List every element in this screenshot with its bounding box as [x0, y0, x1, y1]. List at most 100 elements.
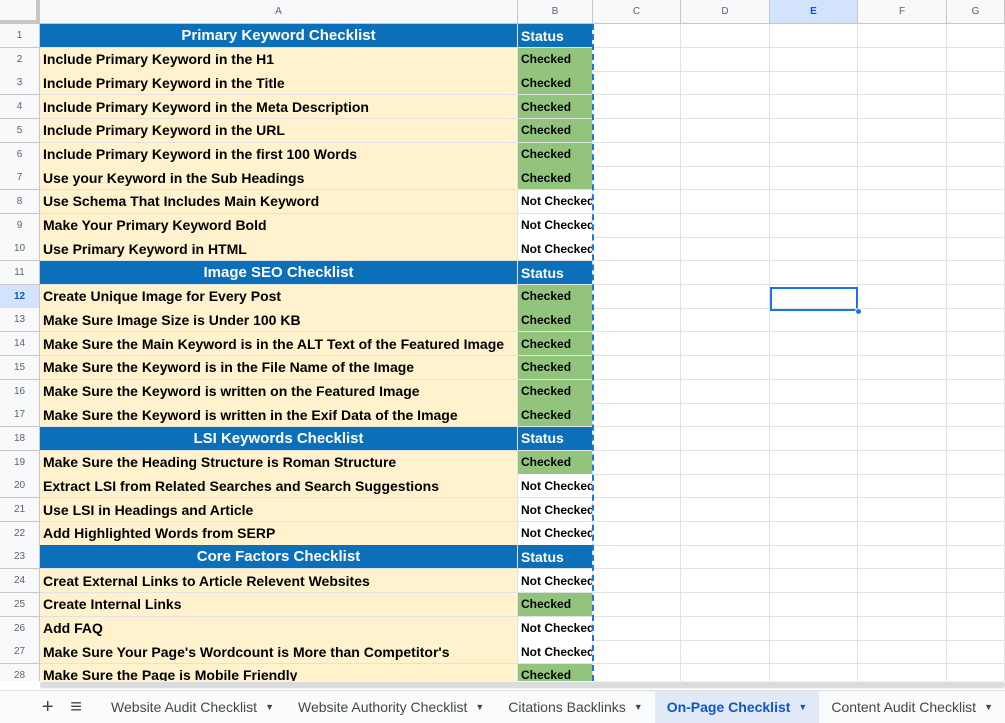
empty-cell[interactable] [681, 189, 770, 214]
empty-cell[interactable] [858, 450, 947, 475]
empty-cell[interactable] [858, 616, 947, 641]
checklist-item-cell[interactable]: Create Internal Links [40, 592, 518, 617]
empty-cell[interactable] [681, 71, 770, 96]
empty-cell[interactable] [593, 450, 681, 475]
sheet-tab[interactable]: Citations Backlinks ▼ [496, 691, 654, 723]
empty-cell[interactable] [681, 24, 770, 48]
empty-cell[interactable] [858, 592, 947, 617]
empty-cell[interactable] [947, 118, 1005, 143]
checklist-item-cell[interactable]: Make Sure the Keyword is written in the … [40, 403, 518, 428]
column-header-d[interactable]: D [681, 0, 770, 24]
empty-cell[interactable] [681, 379, 770, 404]
caret-down-icon[interactable]: ▼ [265, 702, 274, 712]
empty-cell[interactable] [947, 545, 1005, 570]
empty-cell[interactable] [947, 213, 1005, 238]
status-cell[interactable]: Not Checked [518, 237, 593, 262]
empty-cell[interactable] [681, 498, 770, 522]
status-cell[interactable]: Checked [518, 379, 593, 404]
empty-cell[interactable] [593, 426, 681, 451]
row-number[interactable]: 27 [0, 640, 40, 665]
empty-cell[interactable] [593, 284, 681, 309]
row-number[interactable]: 17 [0, 403, 40, 428]
row-number[interactable]: 6 [0, 142, 40, 167]
empty-cell[interactable] [947, 426, 1005, 451]
section-title-cell[interactable]: Image SEO Checklist [40, 261, 518, 285]
empty-cell[interactable] [770, 426, 858, 451]
empty-cell[interactable] [858, 379, 947, 404]
empty-cell[interactable] [947, 498, 1005, 522]
empty-cell[interactable] [681, 308, 770, 333]
checklist-item-cell[interactable]: Include Primary Keyword in the first 100… [40, 142, 518, 167]
empty-cell[interactable] [593, 663, 681, 681]
checklist-item-cell[interactable]: Add Highlighted Words from SERP [40, 521, 518, 546]
empty-cell[interactable] [858, 71, 947, 96]
row-number[interactable]: 12 [0, 284, 40, 309]
empty-cell[interactable] [947, 71, 1005, 96]
empty-cell[interactable] [858, 237, 947, 262]
status-cell[interactable]: Not Checked [518, 474, 593, 499]
caret-down-icon[interactable]: ▼ [475, 702, 484, 712]
empty-cell[interactable] [947, 379, 1005, 404]
checklist-item-cell[interactable]: Make Sure the Page is Mobile Friendly [40, 663, 518, 681]
empty-cell[interactable] [681, 426, 770, 451]
empty-cell[interactable] [858, 189, 947, 214]
checklist-item-cell[interactable]: Use Schema That Includes Main Keyword [40, 189, 518, 214]
row-number[interactable]: 4 [0, 95, 40, 120]
checklist-item-cell[interactable]: Creat External Links to Article Relevent… [40, 569, 518, 594]
empty-cell[interactable] [858, 640, 947, 665]
empty-cell[interactable] [858, 166, 947, 191]
sheet-tab[interactable]: Website Audit Checklist ▼ [99, 691, 286, 723]
empty-cell[interactable] [681, 47, 770, 72]
column-header-f[interactable]: F [858, 0, 947, 24]
status-cell[interactable]: Not Checked [518, 521, 593, 546]
row-number[interactable]: 2 [0, 47, 40, 72]
empty-cell[interactable] [681, 261, 770, 285]
empty-cell[interactable] [858, 47, 947, 72]
empty-cell[interactable] [593, 213, 681, 238]
empty-cell[interactable] [770, 213, 858, 238]
empty-cell[interactable] [770, 474, 858, 499]
empty-cell[interactable] [858, 545, 947, 570]
empty-cell[interactable] [593, 47, 681, 72]
empty-cell[interactable] [770, 498, 858, 522]
status-cell[interactable]: Checked [518, 118, 593, 143]
empty-cell[interactable] [681, 592, 770, 617]
sheet-tab[interactable]: On-Page Checklist ▼ [654, 691, 820, 723]
status-cell[interactable]: Checked [518, 332, 593, 357]
column-header-b[interactable]: B [518, 0, 593, 24]
status-cell[interactable]: Checked [518, 142, 593, 167]
empty-cell[interactable] [770, 237, 858, 262]
scrollbar-thumb[interactable] [40, 682, 1005, 688]
empty-cell[interactable] [947, 24, 1005, 48]
empty-cell[interactable] [593, 616, 681, 641]
empty-cell[interactable] [947, 450, 1005, 475]
checklist-item-cell[interactable]: Use Primary Keyword in HTML [40, 237, 518, 262]
empty-cell[interactable] [593, 640, 681, 665]
checklist-item-cell[interactable]: Include Primary Keyword in the URL [40, 118, 518, 143]
row-number[interactable]: 5 [0, 118, 40, 143]
empty-cell[interactable] [593, 332, 681, 357]
empty-cell[interactable] [858, 569, 947, 594]
empty-cell[interactable] [947, 592, 1005, 617]
empty-cell[interactable] [947, 569, 1005, 594]
row-number[interactable]: 25 [0, 592, 40, 617]
empty-cell[interactable] [593, 521, 681, 546]
column-header-e[interactable]: E [770, 0, 858, 24]
status-header-cell[interactable]: Status [518, 426, 593, 451]
row-number[interactable]: 16 [0, 379, 40, 404]
status-header-cell[interactable]: Status [518, 24, 593, 48]
empty-cell[interactable] [770, 640, 858, 665]
empty-cell[interactable] [681, 521, 770, 546]
empty-cell[interactable] [770, 545, 858, 570]
empty-cell[interactable] [593, 592, 681, 617]
empty-cell[interactable] [681, 118, 770, 143]
checklist-item-cell[interactable]: Use your Keyword in the Sub Headings [40, 166, 518, 191]
status-cell[interactable]: Checked [518, 403, 593, 428]
empty-cell[interactable] [593, 142, 681, 167]
empty-cell[interactable] [681, 213, 770, 238]
checklist-item-cell[interactable]: Make Sure the Keyword is written on the … [40, 379, 518, 404]
row-number[interactable]: 18 [0, 426, 40, 451]
empty-cell[interactable] [858, 142, 947, 167]
row-number[interactable]: 21 [0, 498, 40, 522]
empty-cell[interactable] [681, 640, 770, 665]
